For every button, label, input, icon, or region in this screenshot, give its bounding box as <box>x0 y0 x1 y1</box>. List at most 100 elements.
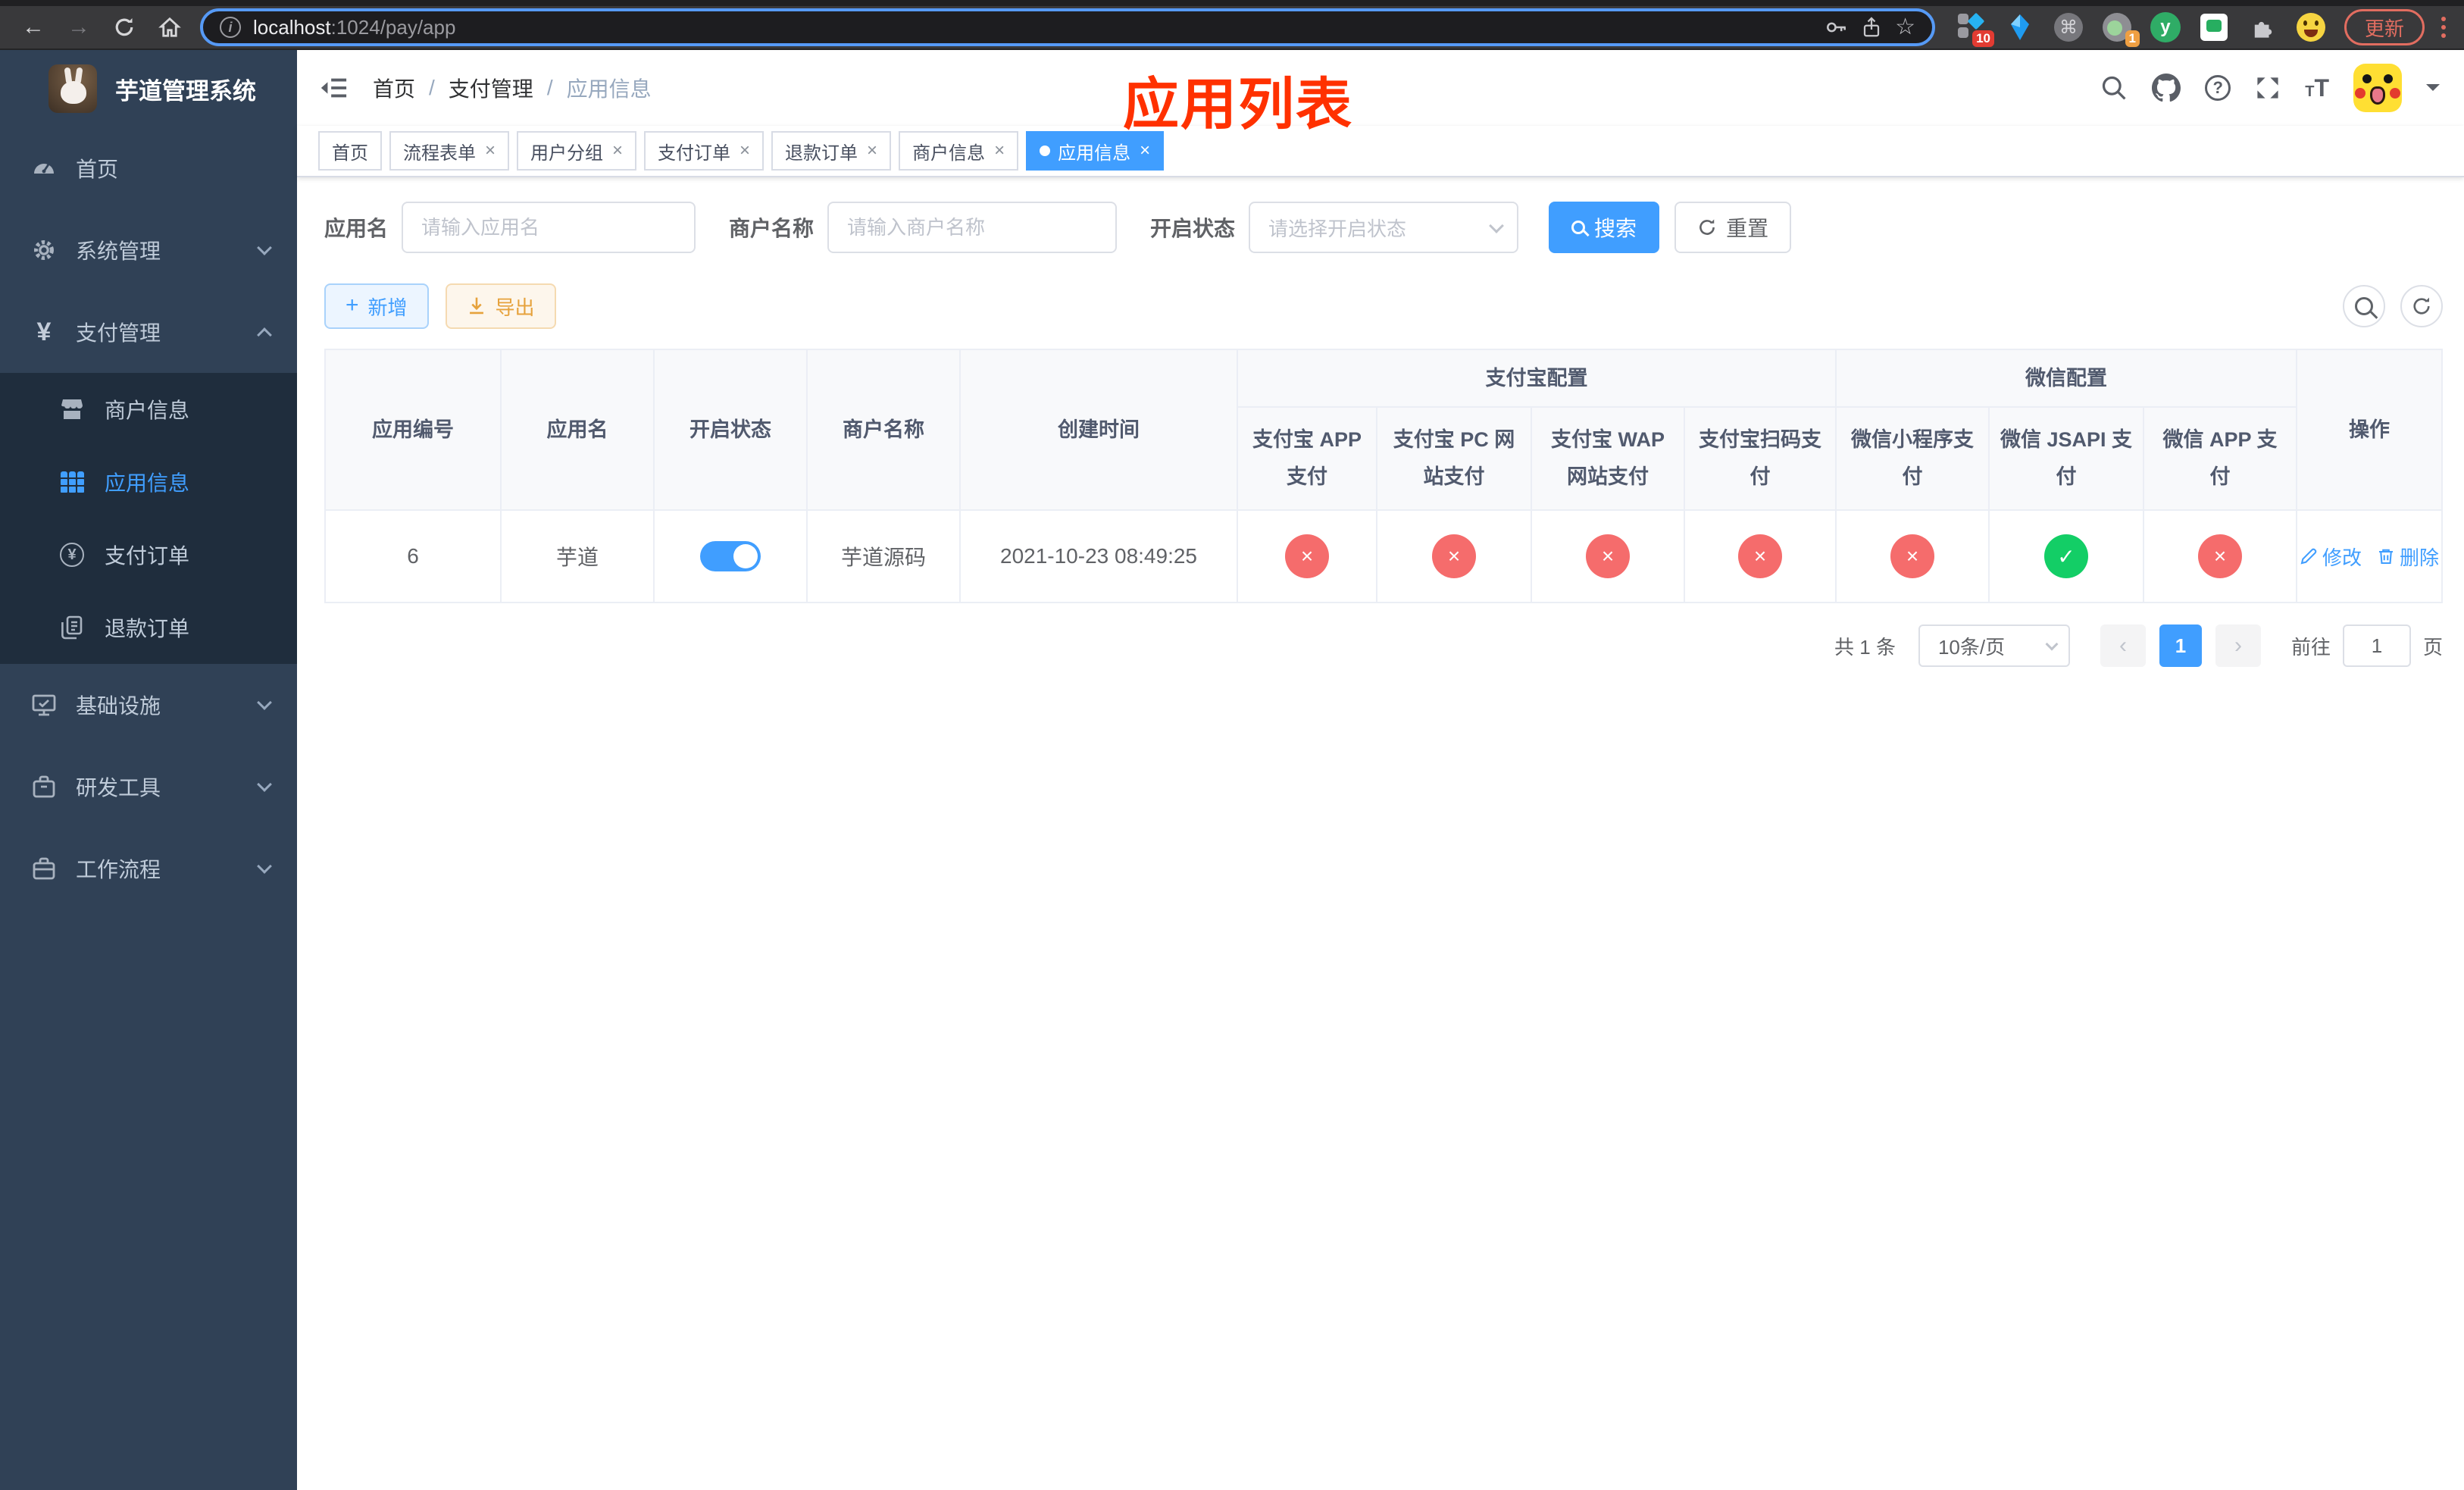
close-icon[interactable]: × <box>485 142 496 160</box>
help-icon[interactable]: ? <box>2205 75 2231 101</box>
url-bar[interactable]: i localhost:1024/pay/app ☆ <box>200 8 1935 46</box>
puzzle-extensions-icon[interactable] <box>2247 12 2278 42</box>
col-header-merchant: 商户名称 <box>808 350 961 511</box>
back-icon[interactable]: ← <box>15 9 52 45</box>
col-header-alipay-pc: 支付宝 PC 网站支付 <box>1377 408 1532 511</box>
share-icon[interactable] <box>1860 16 1883 39</box>
sidebar-item-payment[interactable]: ¥ 支付管理 <box>0 291 297 373</box>
close-icon[interactable]: × <box>994 142 1005 160</box>
col-header-app-name: 应用名 <box>502 350 655 511</box>
site-info-icon[interactable]: i <box>220 17 241 38</box>
next-page-button[interactable]: › <box>2215 624 2261 667</box>
y-extension-icon[interactable]: y <box>2150 12 2181 42</box>
col-header-created: 创建时间 <box>961 350 1238 511</box>
goto-label: 前往 <box>2290 635 2331 659</box>
sidebar-item-app-info[interactable]: 应用信息 <box>0 446 297 518</box>
close-icon[interactable]: × <box>1140 142 1150 160</box>
page-content: 应用名 商户名称 开启状态 请选择开启状态 搜索 重置 <box>297 177 2464 1490</box>
profile-avatar-icon[interactable] <box>2296 12 2326 42</box>
app-name-input[interactable] <box>402 202 696 253</box>
app-table: 应用编号 应用名 开启状态 商户名称 创建时间 支付宝配置 微信配置 操作 支付… <box>324 349 2443 603</box>
briefcase-icon <box>30 857 58 880</box>
url-path: :1024/pay/app <box>330 15 456 39</box>
password-key-icon[interactable] <box>1824 15 1848 39</box>
storefront-icon <box>59 398 85 421</box>
reset-button[interactable]: 重置 <box>1674 202 1792 253</box>
status-alipay-app: × <box>1285 534 1329 578</box>
refresh-table-button[interactable] <box>2400 285 2443 327</box>
tab-pay-orders[interactable]: 支付订单 × <box>644 131 765 171</box>
sidebar-item-dev-tools[interactable]: 研发工具 <box>0 746 297 828</box>
edit-link[interactable]: 修改 <box>2300 543 2362 571</box>
status-select[interactable]: 请选择开启状态 <box>1249 202 1519 253</box>
chevron-down-icon <box>257 695 272 710</box>
page-number-1[interactable]: 1 <box>2159 624 2202 667</box>
blocker-extension-icon[interactable]: 10 <box>1956 12 1994 47</box>
sidebar-collapse-icon[interactable] <box>318 73 349 103</box>
bookmark-star-icon[interactable]: ☆ <box>1895 16 1915 39</box>
breadcrumb-payment[interactable]: 支付管理 <box>449 73 533 103</box>
col-header-wechat-mini: 微信小程序支付 <box>1837 408 1990 511</box>
tab-home[interactable]: 首页 <box>318 131 382 171</box>
github-icon[interactable] <box>2152 74 2181 102</box>
close-icon[interactable]: × <box>612 142 623 160</box>
group-header-wechat: 微信配置 <box>1837 350 2297 408</box>
chat-extension-icon[interactable] <box>2199 12 2229 42</box>
sidebar-item-workflow[interactable]: 工作流程 <box>0 828 297 909</box>
sidebar-item-home[interactable]: 首页 <box>0 127 297 209</box>
close-icon[interactable]: × <box>867 142 877 160</box>
merchant-name-input[interactable] <box>827 202 1118 253</box>
tab-refund-orders[interactable]: 退款订单 × <box>771 131 892 171</box>
yen-circle-icon: ¥ <box>59 543 85 567</box>
breadcrumb-home[interactable]: 首页 <box>373 73 415 103</box>
toggle-search-button[interactable] <box>2343 285 2385 327</box>
reload-icon[interactable] <box>106 9 142 45</box>
fullscreen-icon[interactable] <box>2255 75 2281 101</box>
search-icon <box>1571 221 1586 234</box>
forward-icon[interactable]: → <box>61 9 97 45</box>
trash-icon <box>2379 549 2393 565</box>
tab-merchant-info[interactable]: 商户信息 × <box>899 131 1019 171</box>
chevron-down-icon <box>2045 637 2059 651</box>
user-avatar[interactable] <box>2353 64 2402 112</box>
tab-user-group[interactable]: 用户分组 × <box>517 131 637 171</box>
refresh-icon <box>2413 297 2430 315</box>
status-wechat-jsapi: ✓ <box>2044 534 2088 578</box>
recorder-extension-icon[interactable]: 1 <box>2102 12 2140 47</box>
page-size-select[interactable]: 10条/页 <box>1918 624 2070 667</box>
active-dot <box>1040 146 1051 156</box>
navbar-actions: ? TT <box>2100 64 2440 112</box>
add-button[interactable]: + 新增 <box>324 283 429 329</box>
status-alipay-wap: × <box>1586 534 1630 578</box>
goto-page-input[interactable] <box>2342 624 2411 667</box>
home-icon[interactable] <box>152 9 188 45</box>
app-logo[interactable]: 芋道管理系统 <box>0 50 297 127</box>
sidebar-item-pay-orders[interactable]: ¥ 支付订单 <box>0 518 297 591</box>
search-icon[interactable] <box>2100 74 2128 102</box>
col-header-alipay-qr: 支付宝扫码支付 <box>1685 408 1837 511</box>
kite-extension-icon[interactable] <box>2005 12 2035 42</box>
plus-icon: + <box>346 293 359 318</box>
status-wechat-app: × <box>2198 534 2242 578</box>
top-navbar: 首页 / 支付管理 / 应用信息 ? TT <box>297 50 2464 126</box>
group-header-alipay: 支付宝配置 <box>1238 350 1837 408</box>
cell-status <box>655 511 808 602</box>
chrome-update-button[interactable]: 更新 <box>2344 9 2425 45</box>
font-size-icon[interactable]: TT <box>2305 74 2329 102</box>
enabled-switch[interactable] <box>700 541 761 571</box>
command-extension-icon[interactable]: ⌘ <box>2053 12 2084 42</box>
delete-link[interactable]: 删除 <box>2377 543 2439 571</box>
tab-process-form[interactable]: 流程表单 × <box>389 131 510 171</box>
table-toolbar: + 新增 导出 <box>324 283 2443 329</box>
sidebar-item-refund-orders[interactable]: 退款订单 <box>0 591 297 664</box>
prev-page-button[interactable]: ‹ <box>2100 624 2146 667</box>
search-button[interactable]: 搜索 <box>1549 202 1660 253</box>
sidebar-item-system[interactable]: 系统管理 <box>0 209 297 291</box>
close-icon[interactable]: × <box>740 142 750 160</box>
sidebar-item-infrastructure[interactable]: 基础设施 <box>0 664 297 746</box>
export-button[interactable]: 导出 <box>445 283 556 329</box>
sidebar-item-merchant-info[interactable]: 商户信息 <box>0 373 297 446</box>
browser-menu-icon[interactable] <box>2438 14 2449 41</box>
sidebar: 芋道管理系统 首页 系统管理 ¥ 支付管理 商户信息 应用信息 ¥ 支付订单 退… <box>0 50 297 1490</box>
avatar-caret-icon[interactable] <box>2426 84 2440 98</box>
